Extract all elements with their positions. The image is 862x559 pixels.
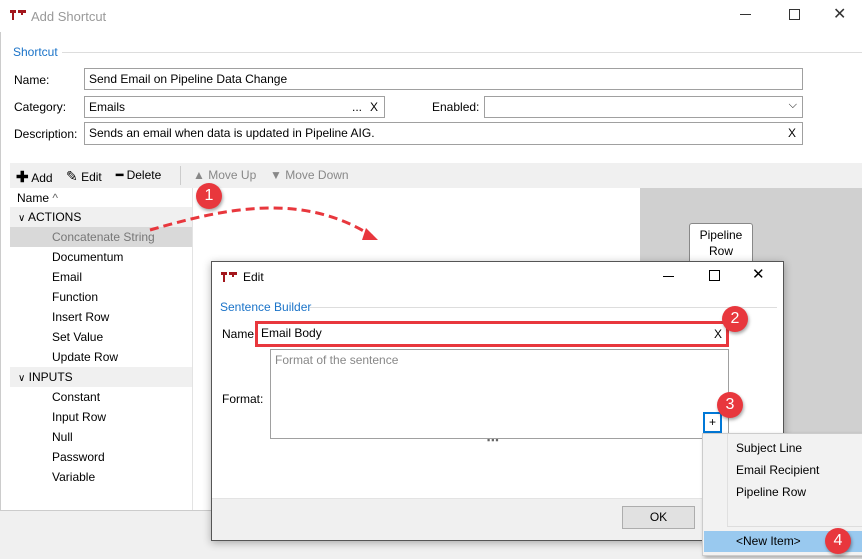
menu-separator [727, 526, 862, 527]
ok-label: OK [649, 510, 668, 524]
ok-button[interactable]: OK [622, 506, 695, 529]
step-badge-2: 2 [722, 306, 748, 332]
dialog-title: Edit [243, 270, 264, 284]
group-divider [310, 307, 777, 308]
dialog-maximize-button[interactable] [709, 270, 720, 281]
format-placeholder: Format of the sentence [275, 353, 399, 367]
menu-item-subject-line[interactable]: Subject Line [736, 441, 802, 455]
format-textarea[interactable]: Format of the sentence [270, 349, 729, 439]
step-badge-4: 4 [825, 528, 851, 554]
dialog-name-label: Name: [222, 327, 258, 341]
format-label: Format: [222, 392, 264, 406]
insert-item-button[interactable]: + [703, 412, 722, 433]
menu-item-pipeline-row[interactable]: Pipeline Row [736, 485, 806, 499]
new-item-label: <New Item> [736, 534, 801, 548]
dialog-name-input[interactable]: Email Body X [255, 321, 729, 347]
sentence-builder-label: Sentence Builder [220, 300, 312, 314]
step-badge-3: 3 [717, 392, 743, 418]
app-logo-icon [221, 272, 237, 282]
dialog-name-value: Email Body [261, 326, 322, 340]
plus-icon: + [708, 415, 716, 429]
resize-grip-icon[interactable]: ▪▪▪ [487, 435, 500, 445]
dialog-name-clear-button[interactable]: X [714, 327, 722, 341]
step-badge-1: 1 [196, 183, 222, 209]
menu-gutter-divider [727, 434, 728, 526]
menu-item-email-recipient[interactable]: Email Recipient [736, 463, 819, 477]
dialog-minimize-button[interactable] [663, 276, 674, 277]
dialog-close-button[interactable]: ✕ [752, 265, 765, 283]
edit-dialog: Edit ✕ Sentence Builder Name: Email Body… [211, 261, 784, 541]
dialog-footer [212, 498, 783, 540]
